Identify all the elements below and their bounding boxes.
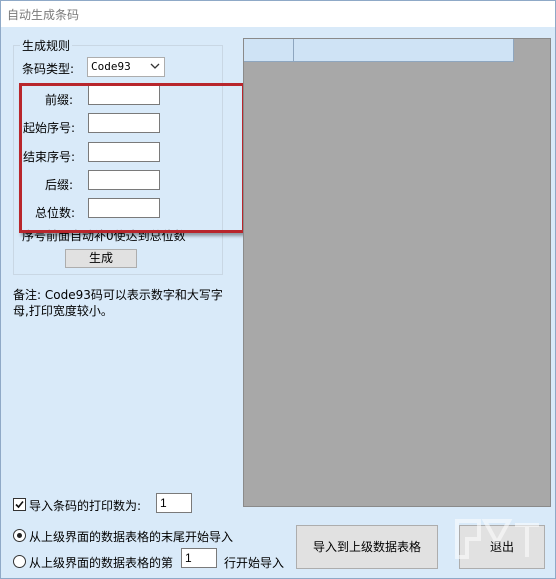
check-icon bbox=[15, 500, 24, 509]
barcode-type-select[interactable]: Code93 bbox=[87, 57, 165, 77]
logo-icon bbox=[455, 519, 539, 559]
grid-column-header[interactable] bbox=[294, 39, 514, 61]
start-row-input[interactable] bbox=[181, 548, 217, 568]
radio-import-from-end[interactable] bbox=[13, 529, 26, 542]
title-bar: 自动生成条码 bbox=[1, 1, 555, 27]
print-count-label: 导入条码的打印数为: bbox=[29, 499, 142, 513]
radio-selected-dot bbox=[17, 533, 22, 538]
window-title: 自动生成条码 bbox=[7, 8, 80, 22]
radio-row-suffix-label: 行开始导入 bbox=[224, 556, 285, 570]
radio-import-from-end-label: 从上级界面的数据表格的末尾开始导入 bbox=[29, 530, 234, 544]
grid-row-header-cell bbox=[244, 39, 294, 61]
import-to-parent-button[interactable]: 导入到上级数据表格 bbox=[296, 525, 438, 569]
dialog-window: 自动生成条码 生成规则 条码类型: Code93 前缀: 起始序号: 结束序号:… bbox=[0, 0, 556, 579]
barcode-type-label: 条码类型: bbox=[22, 62, 75, 76]
highlight-box bbox=[19, 83, 245, 233]
radio-import-from-row[interactable] bbox=[13, 555, 26, 568]
radio-import-from-row-label: 从上级界面的数据表格的第 bbox=[29, 556, 174, 570]
rules-group-title: 生成规则 bbox=[20, 37, 73, 54]
print-count-input[interactable] bbox=[156, 493, 192, 513]
barcode-type-value: Code93 bbox=[91, 60, 131, 73]
note-text: 备注: Code93码可以表示数字和大写字母,打印宽度较小。 bbox=[13, 288, 223, 318]
chevron-down-icon bbox=[150, 63, 160, 69]
barcode-data-grid[interactable] bbox=[243, 38, 551, 507]
print-count-checkbox[interactable] bbox=[13, 498, 26, 511]
generate-button[interactable]: 生成 bbox=[65, 249, 137, 268]
grid-header bbox=[244, 39, 514, 62]
